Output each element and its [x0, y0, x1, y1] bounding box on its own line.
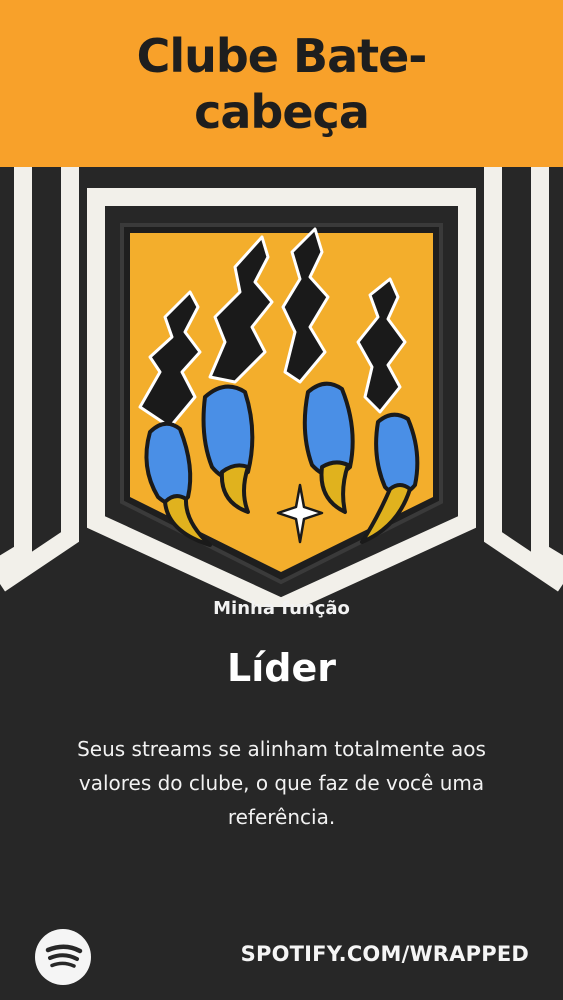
crest-artwork [0, 167, 563, 627]
role-caption: Minha função [213, 598, 350, 619]
header-banner: Clube Bate-cabeça [0, 0, 563, 167]
wrapped-url-link[interactable]: SPOTIFY.COM/WRAPPED [241, 942, 529, 966]
role-title: Líder [227, 646, 336, 690]
spotify-logo-icon[interactable] [35, 929, 91, 985]
claw-crest-icon [120, 223, 443, 585]
club-title: Clube Bate-cabeça [136, 28, 428, 139]
role-description: Seus streams se alinham totalmente aos v… [77, 737, 486, 829]
